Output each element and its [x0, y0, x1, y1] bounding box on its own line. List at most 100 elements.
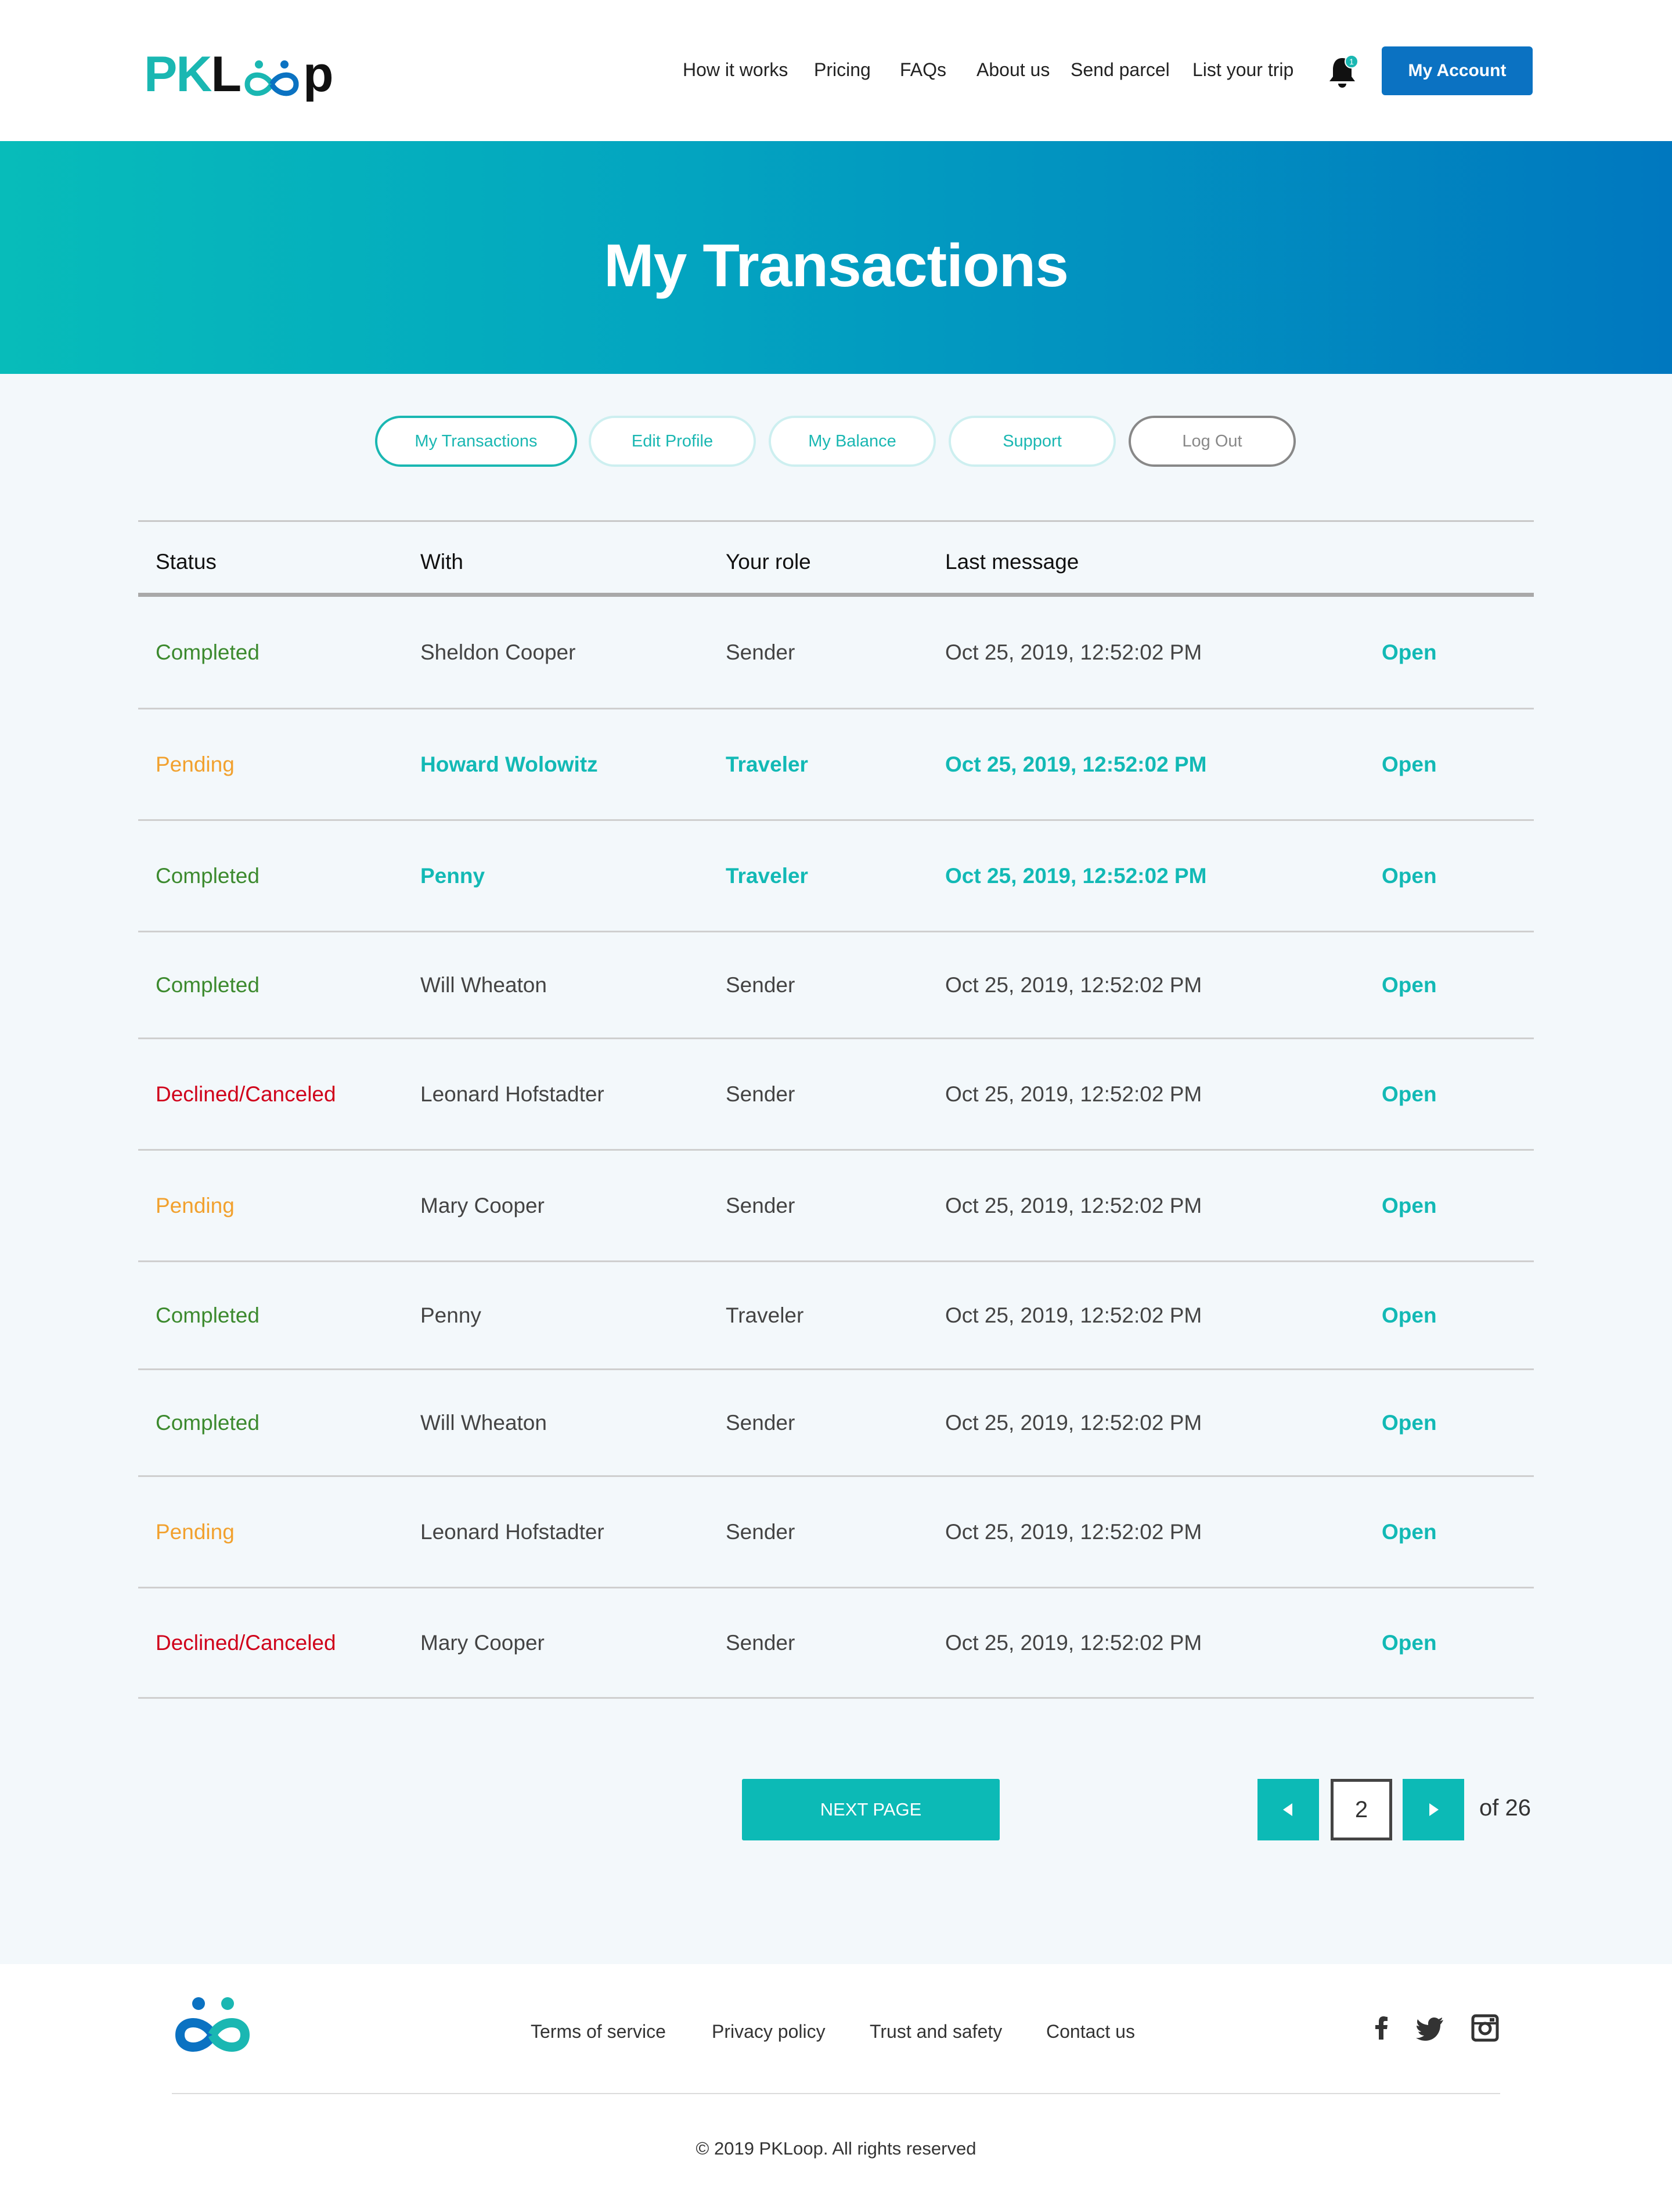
nav-how-it-works[interactable]: How it works [683, 59, 788, 81]
table-row: Pending Leonard Hofstadter Sender Oct 25, 2… [138, 1477, 1534, 1588]
instagram-icon[interactable] [1468, 2011, 1502, 2045]
site-header: PK L p How it works Pricing FAQs About u… [0, 0, 1672, 141]
header-status: Status [156, 550, 217, 574]
page-total: of 26 [1479, 1795, 1531, 1821]
open-transaction-link[interactable]: Open [1382, 1631, 1437, 1655]
header-role: Your role [726, 550, 811, 574]
counterparty-name: Sheldon Cooper [420, 640, 576, 664]
status-badge: Pending [156, 1520, 235, 1544]
status-badge: Completed [156, 973, 260, 997]
last-message-time: Oct 25, 2019, 12:52:02 PM [945, 1303, 1202, 1327]
twitter-icon[interactable] [1413, 2011, 1448, 2045]
table-row: Declined/Canceled Leonard Hofstadter Sende… [138, 1039, 1534, 1151]
prev-page-arrow-icon[interactable] [1257, 1779, 1319, 1840]
footer-link-contact[interactable]: Contact us [1046, 2021, 1135, 2042]
facebook-icon[interactable] [1364, 2011, 1399, 2045]
header-with: With [420, 550, 463, 574]
status-badge: Declined/Canceled [156, 1082, 336, 1106]
counterparty-name: Howard Wolowitz [420, 752, 598, 776]
table-row: Pending Mary Cooper Sender Oct 25, 2019, 12… [138, 1151, 1534, 1262]
last-message-time: Oct 25, 2019, 12:52:02 PM [945, 752, 1207, 776]
my-account-button[interactable]: My Account [1382, 46, 1533, 95]
table-row: Pending Howard Wolowitz Traveler Oct 25, 20… [138, 709, 1534, 821]
table-row: Completed Will Wheaton Sender Oct 25, 2019,… [138, 1370, 1534, 1477]
user-role: Traveler [726, 1303, 804, 1327]
user-role: Sender [726, 1631, 795, 1655]
counterparty-name: Mary Cooper [420, 1631, 545, 1655]
last-message-time: Oct 25, 2019, 12:52:02 PM [945, 1520, 1202, 1544]
last-message-time: Oct 25, 2019, 12:52:02 PM [945, 973, 1202, 997]
tab-log-out[interactable]: Log Out [1129, 416, 1296, 467]
logo-loop-icon [242, 54, 302, 96]
header-last-message: Last message [945, 550, 1079, 574]
footer-link-terms[interactable]: Terms of service [531, 2021, 666, 2042]
copyright-text: © 2019 PKLoop. All rights reserved [696, 2138, 976, 2159]
open-transaction-link[interactable]: Open [1382, 1520, 1437, 1544]
open-transaction-link[interactable]: Open [1382, 640, 1437, 665]
next-page-arrow-icon[interactable] [1403, 1779, 1464, 1840]
user-role: Sender [726, 1194, 795, 1217]
tab-my-transactions[interactable]: My Transactions [375, 416, 577, 467]
footer-link-privacy[interactable]: Privacy policy [712, 2021, 826, 2042]
table-row: Declined/Canceled Mary Cooper Sender Oct 25… [138, 1588, 1534, 1699]
nav-list-your-trip[interactable]: List your trip [1192, 59, 1293, 81]
account-tabs: My Transactions Edit Profile My Balance … [0, 416, 1672, 467]
open-transaction-link[interactable]: Open [1382, 1194, 1437, 1218]
logo-text-l: L [211, 46, 242, 102]
counterparty-name: Penny [420, 864, 485, 888]
table-row: Completed Penny Traveler Oct 25, 2019, 12:5… [138, 821, 1534, 932]
notification-bell-icon[interactable]: 1 [1327, 55, 1360, 89]
last-message-time: Oct 25, 2019, 12:52:02 PM [945, 1631, 1202, 1655]
user-role: Sender [726, 1082, 795, 1106]
notification-count: 1 [1349, 57, 1354, 66]
open-transaction-link[interactable]: Open [1382, 1082, 1437, 1107]
footer-link-trust[interactable]: Trust and safety [870, 2021, 1002, 2042]
site-footer: Terms of service Privacy policy Trust an… [0, 1964, 1672, 2212]
logo-text-p: p [303, 46, 334, 102]
user-role: Sender [726, 973, 795, 997]
counterparty-name: Will Wheaton [420, 1411, 547, 1435]
tab-edit-profile[interactable]: Edit Profile [589, 416, 756, 467]
open-transaction-link[interactable]: Open [1382, 1411, 1437, 1435]
open-transaction-link[interactable]: Open [1382, 973, 1437, 997]
last-message-time: Oct 25, 2019, 12:52:02 PM [945, 1194, 1202, 1217]
nav-send-parcel[interactable]: Send parcel [1071, 59, 1170, 81]
last-message-time: Oct 25, 2019, 12:52:02 PM [945, 1411, 1202, 1435]
table-row: Completed Penny Traveler Oct 25, 2019, 12:5… [138, 1262, 1534, 1370]
counterparty-name: Leonard Hofstadter [420, 1520, 604, 1544]
tab-my-balance[interactable]: My Balance [769, 416, 936, 467]
status-badge: Completed [156, 864, 260, 888]
open-transaction-link[interactable]: Open [1382, 864, 1437, 888]
tab-support[interactable]: Support [949, 416, 1116, 467]
last-message-time: Oct 25, 2019, 12:52:02 PM [945, 864, 1207, 888]
status-badge: Completed [156, 1411, 260, 1435]
site-logo[interactable]: PK L p [144, 45, 334, 103]
status-badge: Declined/Canceled [156, 1631, 336, 1655]
next-page-button[interactable]: NEXT PAGE [742, 1779, 1000, 1840]
table-row: Completed Will Wheaton Sender Oct 25, 2019,… [138, 932, 1534, 1039]
nav-about-us[interactable]: About us [976, 59, 1050, 81]
table-row: Completed Sheldon Cooper Sender Oct 25, 201… [138, 597, 1534, 709]
page-hero: My Transactions [0, 141, 1672, 374]
status-badge: Completed [156, 1303, 260, 1327]
status-badge: Pending [156, 752, 235, 776]
current-page-input[interactable]: 2 [1331, 1779, 1392, 1840]
status-badge: Completed [156, 640, 260, 664]
last-message-time: Oct 25, 2019, 12:52:02 PM [945, 640, 1202, 664]
open-transaction-link[interactable]: Open [1382, 1303, 1437, 1328]
footer-divider [172, 2093, 1500, 2094]
counterparty-name: Leonard Hofstadter [420, 1082, 604, 1106]
counterparty-name: Mary Cooper [420, 1194, 545, 1217]
user-role: Sender [726, 1411, 795, 1435]
nav-pricing[interactable]: Pricing [814, 59, 871, 81]
nav-faqs[interactable]: FAQs [900, 59, 946, 81]
user-role: Sender [726, 640, 795, 664]
counterparty-name: Will Wheaton [420, 973, 547, 997]
page-title: My Transactions [604, 232, 1069, 300]
footer-logo-icon[interactable] [172, 1993, 253, 2057]
last-message-time: Oct 25, 2019, 12:52:02 PM [945, 1082, 1202, 1106]
status-badge: Pending [156, 1194, 235, 1217]
logo-text-pk: PK [144, 46, 212, 102]
open-transaction-link[interactable]: Open [1382, 752, 1437, 777]
user-role: Traveler [726, 752, 808, 776]
